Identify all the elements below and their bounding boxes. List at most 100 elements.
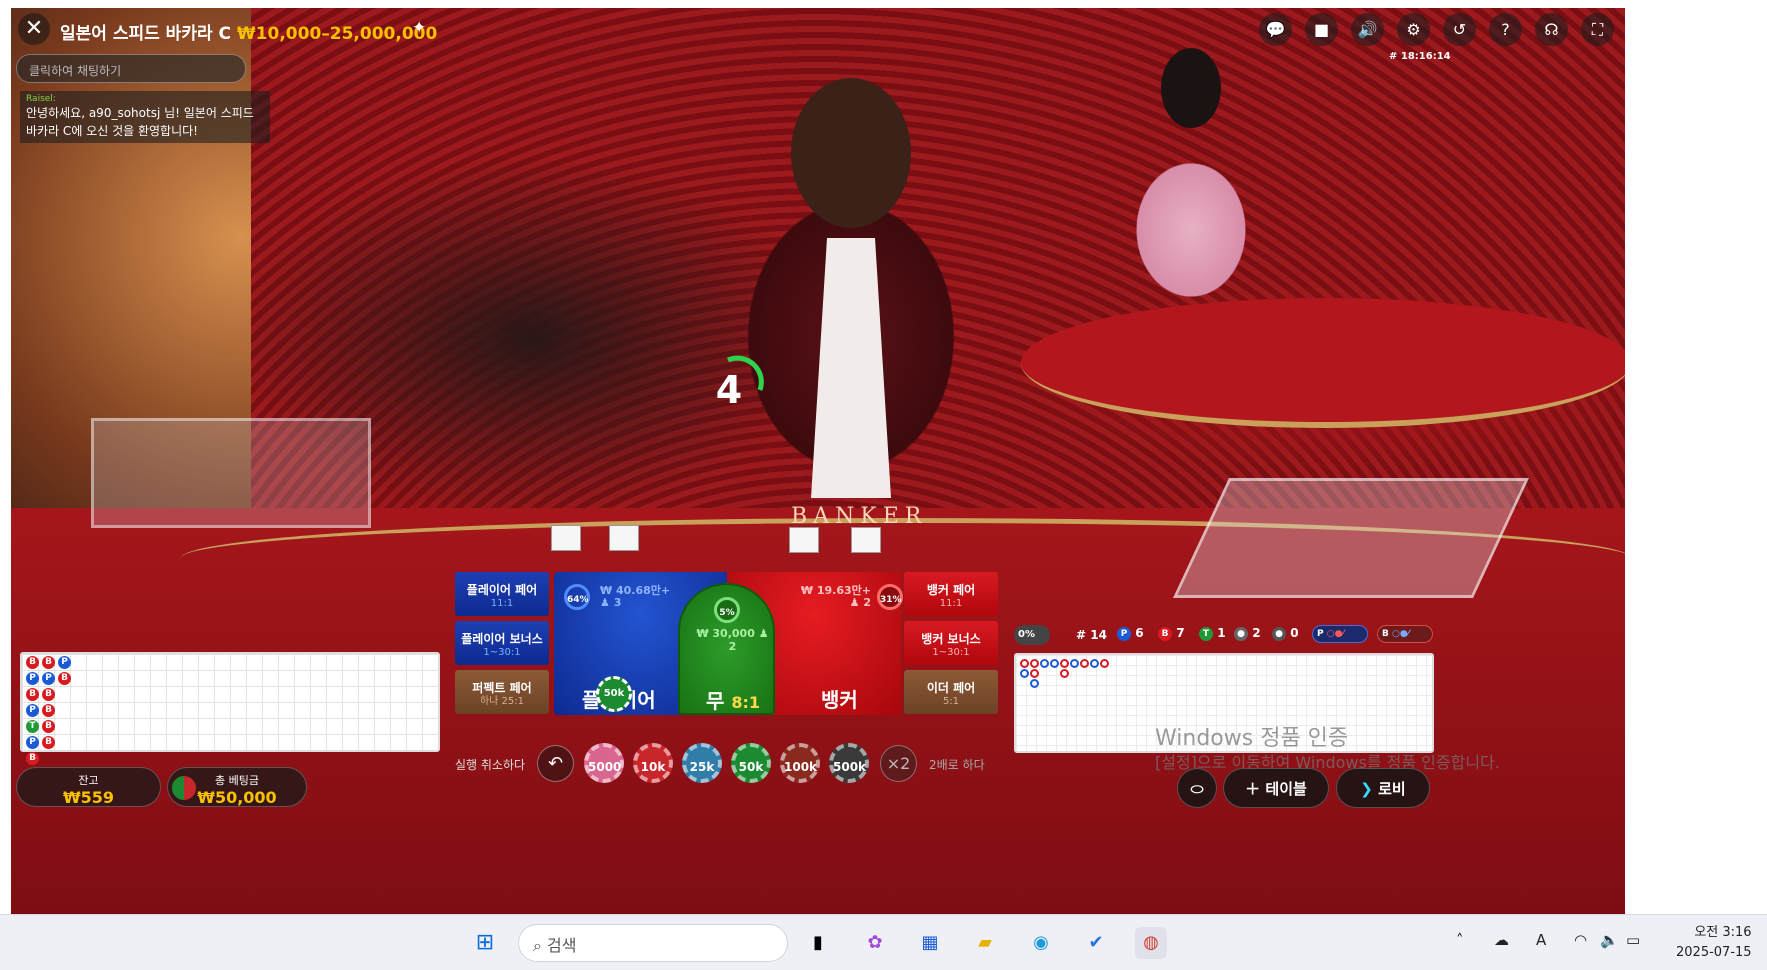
game-name: 일본어 스피드 바카라 C	[60, 24, 231, 44]
battery-icon[interactable]: ▭	[1626, 931, 1640, 949]
support-button[interactable]: ☊	[1535, 13, 1568, 46]
copilot-icon[interactable]: ✿	[859, 927, 891, 959]
road-mark	[1100, 659, 1109, 668]
bead-P: P	[26, 736, 39, 749]
road-stats-bar: 0% # 14 P 6 B 7 T 1 ● 2 ● 0 P ○●⁄ B ○●⁄	[1014, 625, 1434, 647]
close-button[interactable]: ✕	[18, 13, 50, 45]
dealer	[641, 78, 1061, 548]
tray-chevron-icon[interactable]: ˄	[1456, 931, 1464, 949]
player-bonus-bet[interactable]: 플레이어 보너스 1~30:1	[455, 621, 549, 665]
lobby-icon: ❯	[1360, 780, 1373, 798]
speaker-icon[interactable]: 🔈	[1600, 931, 1619, 949]
history-button[interactable]: ↺	[1443, 13, 1476, 46]
chip-50k[interactable]: 50k	[731, 743, 771, 783]
help-button[interactable]: ?	[1489, 13, 1522, 46]
player-pair-label: 플레이어 페어	[466, 583, 538, 597]
game-title: 일본어 스피드 바카라 C ₩10,000–25,000,000	[60, 19, 437, 44]
road-mark	[1050, 659, 1059, 668]
volume-icon: 🔊	[1357, 20, 1378, 39]
chat-input[interactable]: 클릭하여 채팅하기	[16, 54, 246, 83]
player-bonus-payout: 1~30:1	[483, 647, 521, 658]
volume-button[interactable]: 🔊	[1351, 13, 1384, 46]
banker-pair-bet[interactable]: 뱅커 페어 11:1	[904, 572, 998, 616]
undo-button[interactable]: ↶	[537, 745, 574, 782]
windows-activation-title: Windows 정품 인증	[1155, 726, 1349, 751]
balance-pill: 잔고 ₩559	[16, 767, 161, 807]
tie-bet-area[interactable]: 5% ₩ 30,000 ♟ 2 무 8:1	[678, 583, 775, 715]
player-card	[609, 525, 639, 551]
player-pair-payout: 11:1	[490, 598, 514, 609]
either-pair-payout: 5:1	[942, 696, 960, 707]
countdown-timer: 4	[706, 354, 766, 414]
banker-pair-count: ● 0	[1272, 626, 1299, 641]
chip-500k[interactable]: 500k	[829, 743, 869, 783]
chip-100k[interactable]: 100k	[780, 743, 820, 783]
player-predict-button[interactable]: P ○●⁄	[1312, 625, 1368, 643]
banker-card	[851, 527, 881, 553]
todo-icon[interactable]: ✔	[1080, 927, 1112, 959]
chat-button[interactable]: 💬	[1259, 13, 1292, 46]
chip-10k[interactable]: 10k	[633, 743, 673, 783]
road-toggle-button[interactable]: ⬭	[1177, 768, 1217, 808]
road-mark	[1030, 679, 1039, 688]
edge-icon[interactable]: ◉	[1025, 927, 1057, 959]
video-button[interactable]: ■	[1305, 13, 1338, 46]
placed-chip: 50k	[596, 676, 632, 712]
banker-pair-payout: 11:1	[939, 598, 963, 609]
either-pair-bet[interactable]: 이더 페어 5:1	[904, 670, 998, 714]
bead-B: B	[42, 704, 55, 717]
banker-predict-button[interactable]: B ○●⁄	[1377, 625, 1433, 643]
round-count: # 14	[1076, 628, 1107, 642]
player-pair-count: ● 2	[1234, 626, 1261, 641]
chrome-icon[interactable]: ◍	[1135, 927, 1167, 959]
undo-label: 실행 취소하다	[455, 758, 526, 772]
bead-B: B	[26, 752, 39, 765]
help-icon: ?	[1501, 20, 1510, 39]
road-mark	[1090, 659, 1099, 668]
bet-limits: ₩10,000–25,000,000	[236, 24, 438, 44]
taskview-icon[interactable]: ▮	[802, 927, 834, 959]
road-mark	[1030, 659, 1039, 668]
chip-5000[interactable]: 5000	[584, 743, 624, 783]
player-pair-bet[interactable]: 플레이어 페어 11:1	[455, 572, 549, 616]
perfect-pair-label: 퍼펙트 페어	[472, 681, 532, 695]
oval-icon: ⬭	[1190, 780, 1204, 798]
store-icon[interactable]: ▦	[914, 927, 946, 959]
balance-value: ₩559	[62, 788, 115, 807]
settings-icon: ⚙	[1406, 20, 1421, 39]
cloud-icon[interactable]: ☁	[1494, 931, 1509, 949]
balance-label: 잔고	[78, 774, 99, 787]
start-icon[interactable]: ⊞	[469, 927, 501, 959]
ime-icon[interactable]: A	[1536, 931, 1546, 949]
banker-label: 뱅커	[821, 688, 858, 712]
bead-P: P	[42, 672, 55, 685]
chip-25k[interactable]: 25k	[682, 743, 722, 783]
perfect-pair-bet[interactable]: 퍼펙트 페어 하나 25:1	[455, 670, 549, 714]
banker-bonus-label: 뱅커 보너스	[921, 632, 981, 646]
fullscreen-button[interactable]: ⛶	[1581, 13, 1614, 46]
settings-button[interactable]: ⚙	[1397, 13, 1430, 46]
lobby-button[interactable]: ❯ 로비	[1336, 768, 1430, 808]
banker-bettor-count: ♟ 2	[849, 596, 871, 609]
chips-icon	[172, 776, 196, 800]
chat-message-text: 안녕하세요, a90_sohotsj 님! 일본어 스피드 바카라 C에 오신 …	[26, 106, 254, 138]
support-icon: ☊	[1544, 20, 1559, 39]
pin-icon[interactable]: ✦	[412, 18, 426, 38]
road-mark	[1020, 669, 1029, 678]
system-clock[interactable]: 오전 3:16 2025-07-15	[1676, 923, 1752, 963]
table-button[interactable]: ＋ 테이블	[1223, 768, 1329, 808]
double-label: 2배로 하다	[929, 758, 985, 772]
folder-icon[interactable]: ▰	[969, 927, 1001, 959]
double-button[interactable]: ×2	[880, 745, 917, 782]
total-bet-pill: 총 베팅금 ₩50,000	[167, 767, 307, 807]
tie-wins: T 1	[1199, 626, 1226, 641]
video-icon: ■	[1313, 20, 1330, 39]
player-percent: 64%	[564, 584, 590, 610]
player-card	[551, 525, 581, 551]
banker-percent: 31%	[877, 584, 903, 610]
stats-percent: 0%	[1014, 625, 1050, 645]
wifi-icon[interactable]: ◠	[1574, 931, 1587, 949]
tie-label: 무 8:1	[706, 689, 761, 713]
banker-bonus-bet[interactable]: 뱅커 보너스 1~30:1	[904, 621, 998, 665]
taskbar-search[interactable]: ⌕ 검색	[518, 924, 788, 962]
